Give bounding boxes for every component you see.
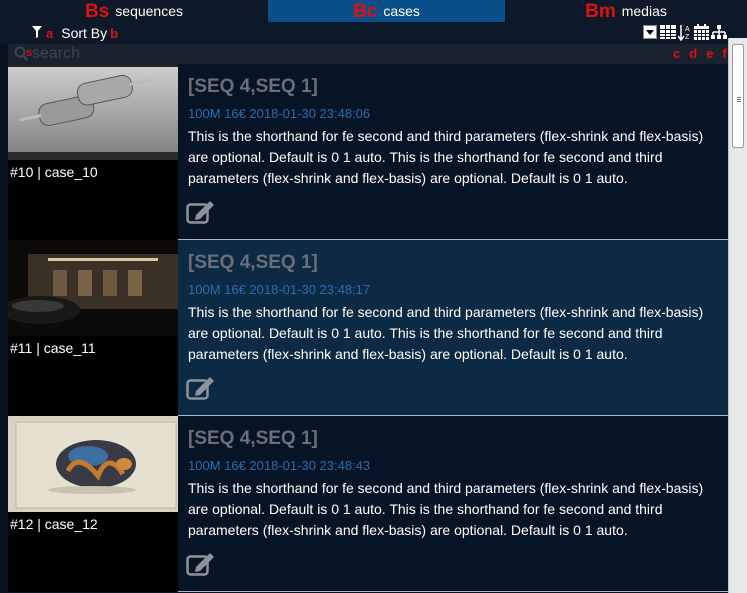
tab-label: cases xyxy=(383,3,420,19)
edit-icon[interactable] xyxy=(186,552,216,581)
case-thumbnail[interactable] xyxy=(8,240,178,336)
marker-c: c xyxy=(673,46,681,61)
case-list: #10 | case_10 [SEQ 4,SEQ 1] 100M 16€ 201… xyxy=(8,64,728,593)
case-thumbnail[interactable] xyxy=(8,64,178,160)
tab-marker: Bm xyxy=(585,0,616,22)
case-thumbnail[interactable] xyxy=(8,416,178,512)
tab-sequences[interactable]: Bs sequences xyxy=(0,0,268,22)
tab-label: sequences xyxy=(115,3,183,19)
svg-text:Z: Z xyxy=(685,34,690,41)
marker-f: f xyxy=(722,46,727,61)
marker-d: d xyxy=(689,46,698,61)
table-row[interactable]: #10 | case_10 [SEQ 4,SEQ 1] 100M 16€ 201… xyxy=(8,64,728,240)
table-row[interactable]: #11 | case_11 [SEQ 4,SEQ 1] 100M 16€ 201… xyxy=(8,240,728,416)
case-id-label: #12 | case_12 xyxy=(10,516,98,532)
filter-icon xyxy=(32,25,42,41)
case-sequences-title: [SEQ 4,SEQ 1] xyxy=(188,428,318,449)
tab-medias[interactable]: Bm medias xyxy=(505,0,747,22)
sort-by-label: Sort By xyxy=(61,25,108,41)
edit-icon[interactable] xyxy=(186,200,216,229)
case-content: [SEQ 4,SEQ 1] 100M 16€ 2018-01-30 23:48:… xyxy=(178,64,728,240)
view-markers: c d e f xyxy=(673,46,727,61)
svg-text:A: A xyxy=(685,26,690,33)
scrollbar-grip xyxy=(737,97,741,98)
case-sequences-title: [SEQ 4,SEQ 1] xyxy=(188,252,318,273)
case-description: This is the shorthand for fe second and … xyxy=(188,128,704,186)
edit-icon[interactable] xyxy=(186,376,216,405)
search-bar: s c d e f xyxy=(8,44,728,64)
scrollbar-thumb[interactable] xyxy=(732,44,744,148)
case-content: [SEQ 4,SEQ 1] 100M 16€ 2018-01-30 23:48:… xyxy=(178,240,728,416)
marker-a: a xyxy=(46,25,54,41)
case-id-label: #11 | case_11 xyxy=(10,340,96,356)
marker-b: b xyxy=(110,25,119,41)
dropdown-icon[interactable] xyxy=(643,25,657,39)
case-meta: 100M 16€ 2018-01-30 23:48:17 xyxy=(188,282,371,297)
tab-marker: Bc xyxy=(353,0,378,22)
case-description: This is the shorthand for fe second and … xyxy=(188,480,704,538)
case-description: This is the shorthand for fe second and … xyxy=(188,304,704,362)
tab-label: medias xyxy=(621,3,667,19)
case-sequences-title: [SEQ 4,SEQ 1] xyxy=(188,76,318,97)
case-thumbnail-column: #10 | case_10 xyxy=(8,64,178,240)
scrollbar[interactable] xyxy=(728,38,747,593)
row-divider xyxy=(178,591,728,592)
case-thumbnail-column: #11 | case_11 xyxy=(8,240,178,416)
tab-cases[interactable]: Bc cases xyxy=(268,0,505,22)
case-id-label: #10 | case_10 xyxy=(10,164,98,180)
case-meta: 100M 16€ 2018-01-30 23:48:43 xyxy=(188,458,371,473)
table-row[interactable]: #12 | case_12 [SEQ 4,SEQ 1] 100M 16€ 201… xyxy=(8,416,728,592)
marker-e: e xyxy=(706,46,714,61)
sort-by-button[interactable]: a Sort By b xyxy=(32,25,118,41)
case-thumbnail-column: #12 | case_12 xyxy=(8,416,178,592)
tab-marker: Bs xyxy=(84,0,110,22)
toolbar: a Sort By b A Z xyxy=(0,22,747,44)
case-content: [SEQ 4,SEQ 1] 100M 16€ 2018-01-30 23:48:… xyxy=(178,416,728,592)
case-meta: 100M 16€ 2018-01-30 23:48:06 xyxy=(188,106,371,121)
search-input[interactable] xyxy=(32,44,592,64)
left-gutter xyxy=(0,64,8,593)
top-tab-bar: Bs sequences Bc cases Bm medias xyxy=(0,0,747,22)
